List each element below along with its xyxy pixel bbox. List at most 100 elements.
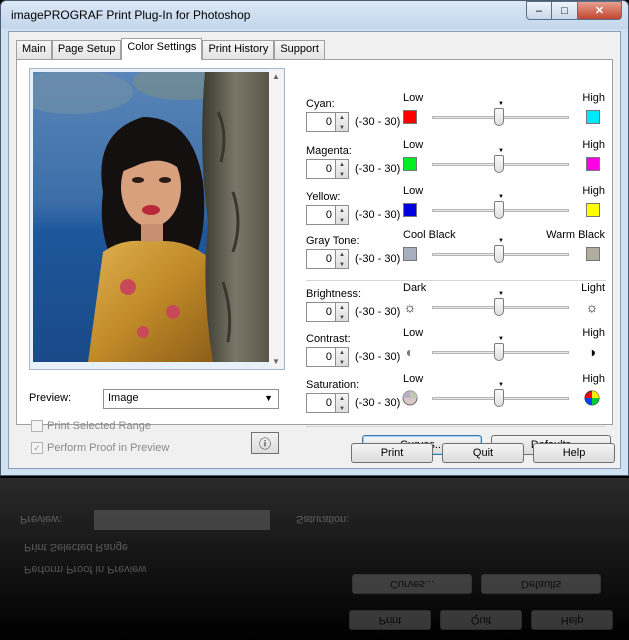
brightness-label: Brightness: [306, 288, 362, 300]
contrast-label: Contrast: [306, 333, 351, 345]
preview-label: Preview: [29, 392, 72, 404]
checkmark-icon: ✓ [31, 442, 43, 454]
minimize-icon: – [535, 4, 543, 17]
saturation-high-label: High [582, 373, 605, 385]
contrast-spinner[interactable]: ▲ ▼ [336, 347, 349, 367]
sun-light-icon: ☼ [585, 299, 599, 315]
print-button[interactable]: Print [351, 443, 433, 463]
tab-strip: Main Page Setup Color Settings Print His… [16, 38, 325, 60]
help-button[interactable]: Help [533, 443, 615, 463]
reflected-print-button: Print [349, 610, 431, 630]
minimize-button[interactable]: – [526, 1, 552, 20]
cyan-slider-thumb[interactable] [494, 108, 504, 126]
tick-icon: ▼ [498, 291, 504, 297]
saturation-input[interactable]: 0 [306, 393, 336, 413]
cyan-range: (-30 - 30) [355, 116, 401, 128]
preview-area: ▲ ▼ [29, 68, 285, 370]
reflection-content: Print Quit Help Curves... Defaults Perfo… [0, 478, 629, 640]
quit-button[interactable]: Quit [442, 443, 524, 463]
contrast-range: (-30 - 30) [355, 351, 401, 363]
saturation-spinner[interactable]: ▲ ▼ [336, 393, 349, 413]
contrast-high-icon: ◑ [587, 344, 597, 360]
contrast-low-icon: ◐ [405, 344, 415, 360]
tick-icon: ▼ [498, 148, 504, 154]
perform-proof-checkbox[interactable]: ✓ Perform Proof in Preview [31, 442, 169, 454]
proof-info-button[interactable]: ⓘ [251, 432, 279, 454]
warm-black-swatch [586, 247, 600, 261]
gray-tone-row: Gray Tone: 0 ▲ ▼ (-30 - 30) Cool Black Wa… [306, 229, 614, 279]
preview-scrollbar[interactable]: ▲ ▼ [269, 70, 283, 368]
yellow-label: Yellow: [306, 191, 341, 203]
tab-support[interactable]: Support [274, 40, 325, 59]
tick-icon: ▼ [498, 194, 504, 200]
preview-select[interactable]: Image ▼ [103, 389, 279, 409]
scroll-down-icon[interactable]: ▼ [272, 357, 280, 366]
reflected-defaults-label: Defaults [520, 578, 562, 590]
window-reflection: Print Quit Help Curves... Defaults Perfo… [0, 478, 629, 640]
brightness-slider-thumb[interactable] [494, 298, 504, 316]
tab-main[interactable]: Main [16, 40, 52, 59]
yellow-range: (-30 - 30) [355, 209, 401, 221]
plugin-window: imagePROGRAF Print Plug-In for Photoshop… [0, 0, 629, 476]
tab-color-settings[interactable]: Color Settings [121, 38, 203, 60]
maximize-button[interactable]: □ [552, 1, 578, 20]
gray-tone-slider-thumb[interactable] [494, 245, 504, 263]
magenta-spinner[interactable]: ▲ ▼ [336, 159, 349, 179]
green-swatch [403, 157, 417, 171]
cool-black-label: Cool Black [403, 229, 456, 241]
gray-tone-input[interactable]: 0 [306, 249, 336, 269]
brightness-input[interactable]: 0 [306, 302, 336, 322]
print-selected-range-checkbox[interactable]: Print Selected Range [31, 420, 151, 432]
scroll-up-icon[interactable]: ▲ [272, 72, 280, 81]
brightness-spinner[interactable]: ▲ ▼ [336, 302, 349, 322]
brightness-range: (-30 - 30) [355, 306, 401, 318]
tick-icon: ▼ [498, 101, 504, 107]
contrast-slider-thumb[interactable] [494, 343, 504, 361]
saturation-slider-thumb[interactable] [494, 389, 504, 407]
divider [306, 280, 606, 281]
tab-page-setup[interactable]: Page Setup [51, 40, 122, 59]
close-icon: ✕ [594, 5, 605, 17]
light-label: Light [581, 282, 605, 294]
yellow-spinner[interactable]: ▲ ▼ [336, 205, 349, 225]
brightness-row: Brightness: 0 ▲ ▼ (-30 - 30) Dark Light ☼… [306, 282, 614, 332]
title-bar[interactable]: imagePROGRAF Print Plug-In for Photoshop… [1, 1, 628, 29]
close-button[interactable]: ✕ [578, 1, 622, 20]
reflected-quit-button: Quit [440, 610, 522, 630]
warm-black-label: Warm Black [546, 229, 605, 241]
color-settings-panel: ▲ ▼ Preview: Image ▼ Print Selected Rang… [16, 59, 614, 455]
magenta-swatch [586, 157, 600, 171]
contrast-input[interactable]: 0 [306, 347, 336, 367]
cyan-spinner[interactable]: ▲ ▼ [336, 112, 349, 132]
reflected-print-label: Print [378, 614, 402, 626]
magenta-slider-thumb[interactable] [494, 155, 504, 173]
magenta-high-label: High [582, 139, 605, 151]
tick-icon: ▼ [498, 336, 504, 342]
reflected-help-label: Help [560, 614, 584, 626]
tab-print-history[interactable]: Print History [202, 40, 275, 59]
chevron-down-icon: ▼ [264, 393, 273, 403]
color-wheel-high-icon [583, 389, 601, 407]
contrast-low-label: Low [403, 327, 424, 339]
reflected-help-button: Help [531, 610, 613, 630]
info-document-icon: ⓘ [258, 436, 271, 451]
cyan-high-label: High [582, 92, 605, 104]
magenta-low-label: Low [403, 139, 424, 151]
reflected-saturation-label: Saturation: [296, 513, 350, 525]
saturation-range: (-30 - 30) [355, 397, 401, 409]
reflected-preview-label: Preview: [20, 513, 63, 525]
cool-black-swatch [403, 247, 417, 261]
cyan-input[interactable]: 0 [306, 112, 336, 132]
color-wheel-low-icon [401, 389, 419, 407]
saturation-row: Saturation: 0 ▲ ▼ (-30 - 30) Low High ▼ [306, 373, 614, 423]
cyan-swatch [586, 110, 600, 124]
saturation-label: Saturation: [306, 379, 360, 391]
yellow-input[interactable]: 0 [306, 205, 336, 225]
dialog-client-area: Main Page Setup Color Settings Print His… [8, 31, 621, 469]
reflected-preview-select [94, 510, 270, 530]
tick-icon: ▼ [498, 238, 504, 244]
magenta-input[interactable]: 0 [306, 159, 336, 179]
gray-tone-spinner[interactable]: ▲ ▼ [336, 249, 349, 269]
yellow-slider-thumb[interactable] [494, 201, 504, 219]
saturation-low-label: Low [403, 373, 424, 385]
